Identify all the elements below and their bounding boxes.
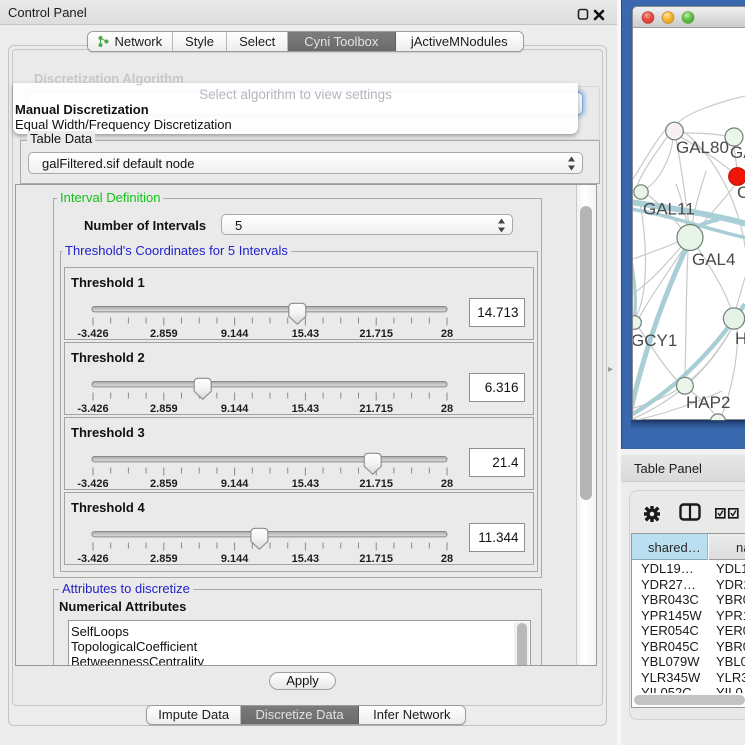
svg-text:21.715: 21.715 [359, 553, 393, 565]
svg-text:21.715: 21.715 [359, 328, 393, 340]
svg-text:GAL80: GAL80 [676, 138, 729, 157]
svg-text:28: 28 [441, 328, 453, 340]
svg-text:28: 28 [441, 478, 453, 490]
svg-text:GA: GA [730, 143, 745, 162]
svg-text:2.859: 2.859 [150, 478, 178, 490]
svg-text:15.43: 15.43 [292, 553, 320, 565]
svg-text:2.859: 2.859 [150, 328, 178, 340]
svg-text:21.715: 21.715 [359, 403, 393, 415]
svg-text:GAL11: GAL11 [643, 200, 695, 219]
svg-text:21.715: 21.715 [359, 478, 393, 490]
svg-text:HAP2: HAP2 [686, 393, 730, 412]
svg-text:9.144: 9.144 [221, 553, 249, 565]
svg-text:GAL4: GAL4 [692, 250, 735, 269]
svg-text:9.144: 9.144 [221, 328, 249, 340]
svg-text:C: C [737, 183, 745, 202]
svg-text:-3.426: -3.426 [77, 403, 108, 415]
svg-text:9.144: 9.144 [221, 478, 249, 490]
svg-text:2.859: 2.859 [150, 553, 178, 565]
svg-text:15.43: 15.43 [292, 328, 320, 340]
svg-text:H: H [735, 329, 745, 348]
svg-text:28: 28 [441, 403, 453, 415]
svg-text:-3.426: -3.426 [77, 328, 108, 340]
svg-text:15.43: 15.43 [292, 403, 320, 415]
svg-text:GCY1: GCY1 [633, 331, 677, 350]
svg-text:-3.426: -3.426 [77, 553, 108, 565]
svg-text:9.144: 9.144 [221, 403, 249, 415]
svg-text:28: 28 [441, 553, 453, 565]
svg-text:15.43: 15.43 [292, 478, 320, 490]
svg-text:-3.426: -3.426 [77, 478, 108, 490]
svg-text:2.859: 2.859 [150, 403, 178, 415]
